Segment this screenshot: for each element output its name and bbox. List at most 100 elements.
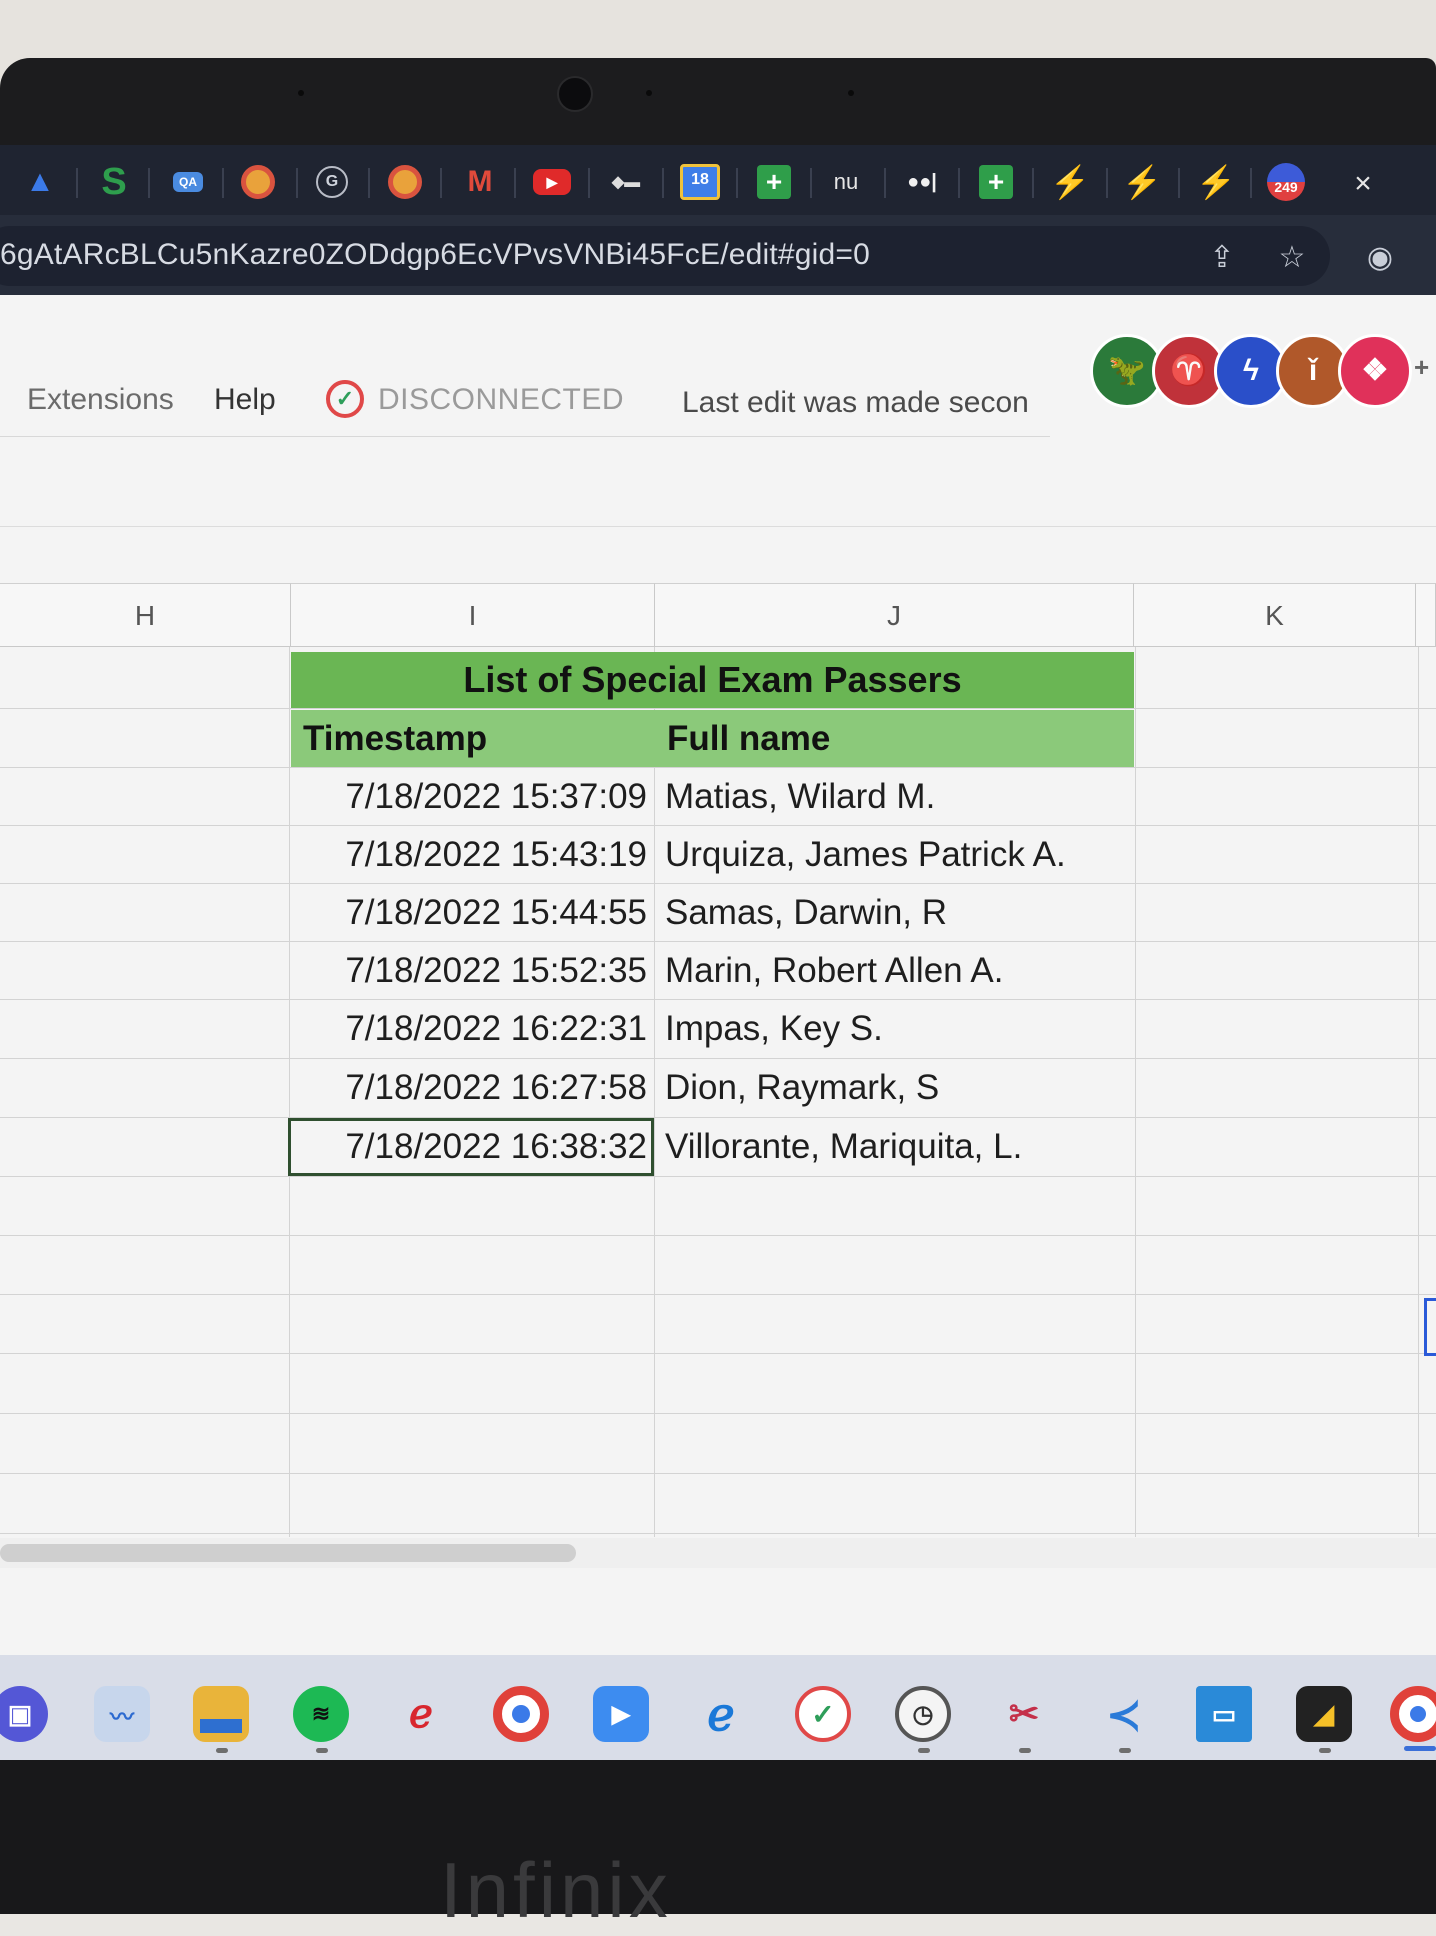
tab-separator [514,168,516,198]
tab-separator [1250,168,1252,198]
mail-badge-count: 249 [1267,163,1305,201]
tab-separator [1032,168,1034,198]
zoom-icon[interactable]: ▶ [593,1686,649,1742]
tab-ads-icon[interactable]: ▲ [20,164,60,200]
grid-row-line [0,1473,1436,1474]
bezel-sensor [646,90,652,96]
tab-qa-icon[interactable]: QA [168,164,208,200]
taskbar-running-indicator [1319,1748,1331,1753]
tab-separator [148,168,150,198]
tab-nu-label[interactable]: nu [826,164,866,200]
bezel-sensor [298,90,304,96]
collaborator-avatar-raccoon-icon[interactable]: ❖ [1338,334,1412,408]
grid-column-line [1135,647,1136,1537]
resource-monitor-icon[interactable]: 〰 [94,1686,150,1742]
grid-row-line [0,1294,1436,1295]
tick-tick-icon[interactable]: ✓ [795,1686,851,1742]
timestamp-cell[interactable]: 7/18/2022 16:22:31 [291,1000,655,1058]
tab-separator [368,168,370,198]
timestamp-cell[interactable]: 7/18/2022 16:27:58 [291,1059,655,1117]
tab-sheets-icon[interactable]: + [976,164,1016,200]
grid-row-line [0,1235,1436,1236]
timestamp-cell[interactable]: 7/18/2022 15:44:55 [291,884,655,942]
laptop-lower-bezel [0,1760,1436,1914]
table-title[interactable]: List of Special Exam Passers [291,652,1134,708]
vscode-icon[interactable]: ≺ [1096,1686,1152,1742]
tab-separator [588,168,590,198]
chrome-icon[interactable] [493,1686,549,1742]
name-cell[interactable]: Impas, Key S. [655,1000,1134,1058]
tab-grammarly-icon[interactable]: G [312,164,352,200]
tab-close-icon[interactable]: × [1345,166,1381,202]
tab-separator [662,168,664,198]
tab-mail-icon[interactable]: 249 [1266,163,1306,201]
bookmark-star-icon[interactable]: ☆ [1274,240,1310,276]
tab-calendar-icon[interactable]: 18 [680,164,720,200]
desktop-icon[interactable]: ▭ [1196,1686,1252,1742]
column-header-h[interactable]: H [0,583,291,647]
name-cell[interactable]: Urquiza, James Patrick A. [655,826,1134,884]
last-edit-status[interactable]: Last edit was made secon [682,386,1052,420]
name-cell[interactable]: Matias, Wilard M. [655,768,1134,826]
active-cell-selection [288,1118,654,1176]
tab-separator [736,168,738,198]
grid-column-line [289,647,290,1537]
more-collaborators-count[interactable]: + [1414,352,1429,383]
edge-icon[interactable]: ℯ [693,1686,749,1742]
spotify-icon[interactable]: ≋ [293,1686,349,1742]
name-cell[interactable]: Samas, Darwin, R [655,884,1134,942]
grid-row-line [0,1533,1436,1534]
tab-gmail-icon[interactable]: M [460,164,500,200]
header-full-name[interactable]: Full name [655,710,1134,767]
tab-lightning-icon[interactable]: ⚡ [1050,164,1090,200]
tab-separator [76,168,78,198]
tab-chrome-icon[interactable] [385,164,425,200]
toolbar-divider [0,526,1436,527]
timestamp-cell[interactable]: 7/18/2022 15:43:19 [291,826,655,884]
tab-separator [1178,168,1180,198]
column-header-j[interactable]: J [655,583,1134,647]
file-explorer-icon[interactable] [193,1686,249,1742]
tab-lightning-icon[interactable]: ⚡ [1122,164,1162,200]
brand-logo: Infinix [440,1846,672,1934]
snipping-tool-icon[interactable]: ✂ [996,1686,1052,1742]
tab-site-icon[interactable]: ◆▬ [606,164,646,200]
url-text[interactable]: 6gAtARcBLCu5nKazre0ZODdgp6EcVPvsVNBi45Fc… [0,238,870,272]
profile-icon[interactable]: ◉ [1362,240,1398,276]
tab-youtube-icon[interactable]: ▶ [532,164,572,200]
menubar-divider [0,436,1050,437]
taskbar-running-indicator [316,1748,328,1753]
tab-separator [296,168,298,198]
share-icon[interactable]: ⇪ [1204,240,1240,276]
laptop-bezel [0,58,1436,148]
tab-sheets-icon[interactable]: + [754,164,794,200]
column-header-k[interactable]: K [1134,583,1416,647]
calendar-day-label: 18 [680,164,720,200]
header-timestamp[interactable]: Timestamp [291,710,655,767]
name-cell[interactable]: Marin, Robert Allen A. [655,942,1134,1000]
menu-help[interactable]: Help [214,383,276,417]
column-header-l[interactable] [1416,583,1436,647]
grid-row-line [0,1176,1436,1177]
checkmark-icon: ✓ [326,380,364,418]
name-cell[interactable]: Villorante, Mariquita, L. [655,1118,1134,1176]
connection-status: DISCONNECTED [378,383,625,416]
name-cell[interactable]: Dion, Raymark, S [655,1059,1134,1117]
column-header-i[interactable]: I [291,583,655,647]
timestamp-cell[interactable]: 7/18/2022 15:52:35 [291,942,655,1000]
tab-lightning-icon[interactable]: ⚡ [1196,164,1236,200]
tab-separator [884,168,886,198]
sticky-notes-icon[interactable]: ◢ [1296,1686,1352,1742]
tab-medium-icon[interactable]: ●●| [902,164,942,200]
side-panel-handle[interactable] [1424,1298,1436,1356]
menu-extensions[interactable]: Extensions [27,383,174,417]
grid-row-line [0,1413,1436,1414]
tab-s-icon[interactable]: S [94,161,134,203]
tab-chrome-icon[interactable] [238,164,278,200]
expressvpn-icon[interactable]: ℯ [393,1686,449,1742]
timestamp-cell[interactable]: 7/18/2022 15:37:09 [291,768,655,826]
horizontal-scrollbar-thumb[interactable] [0,1544,576,1562]
taskbar-running-indicator [216,1748,228,1753]
tab-separator [222,168,224,198]
clock-icon[interactable]: ◷ [895,1686,951,1742]
